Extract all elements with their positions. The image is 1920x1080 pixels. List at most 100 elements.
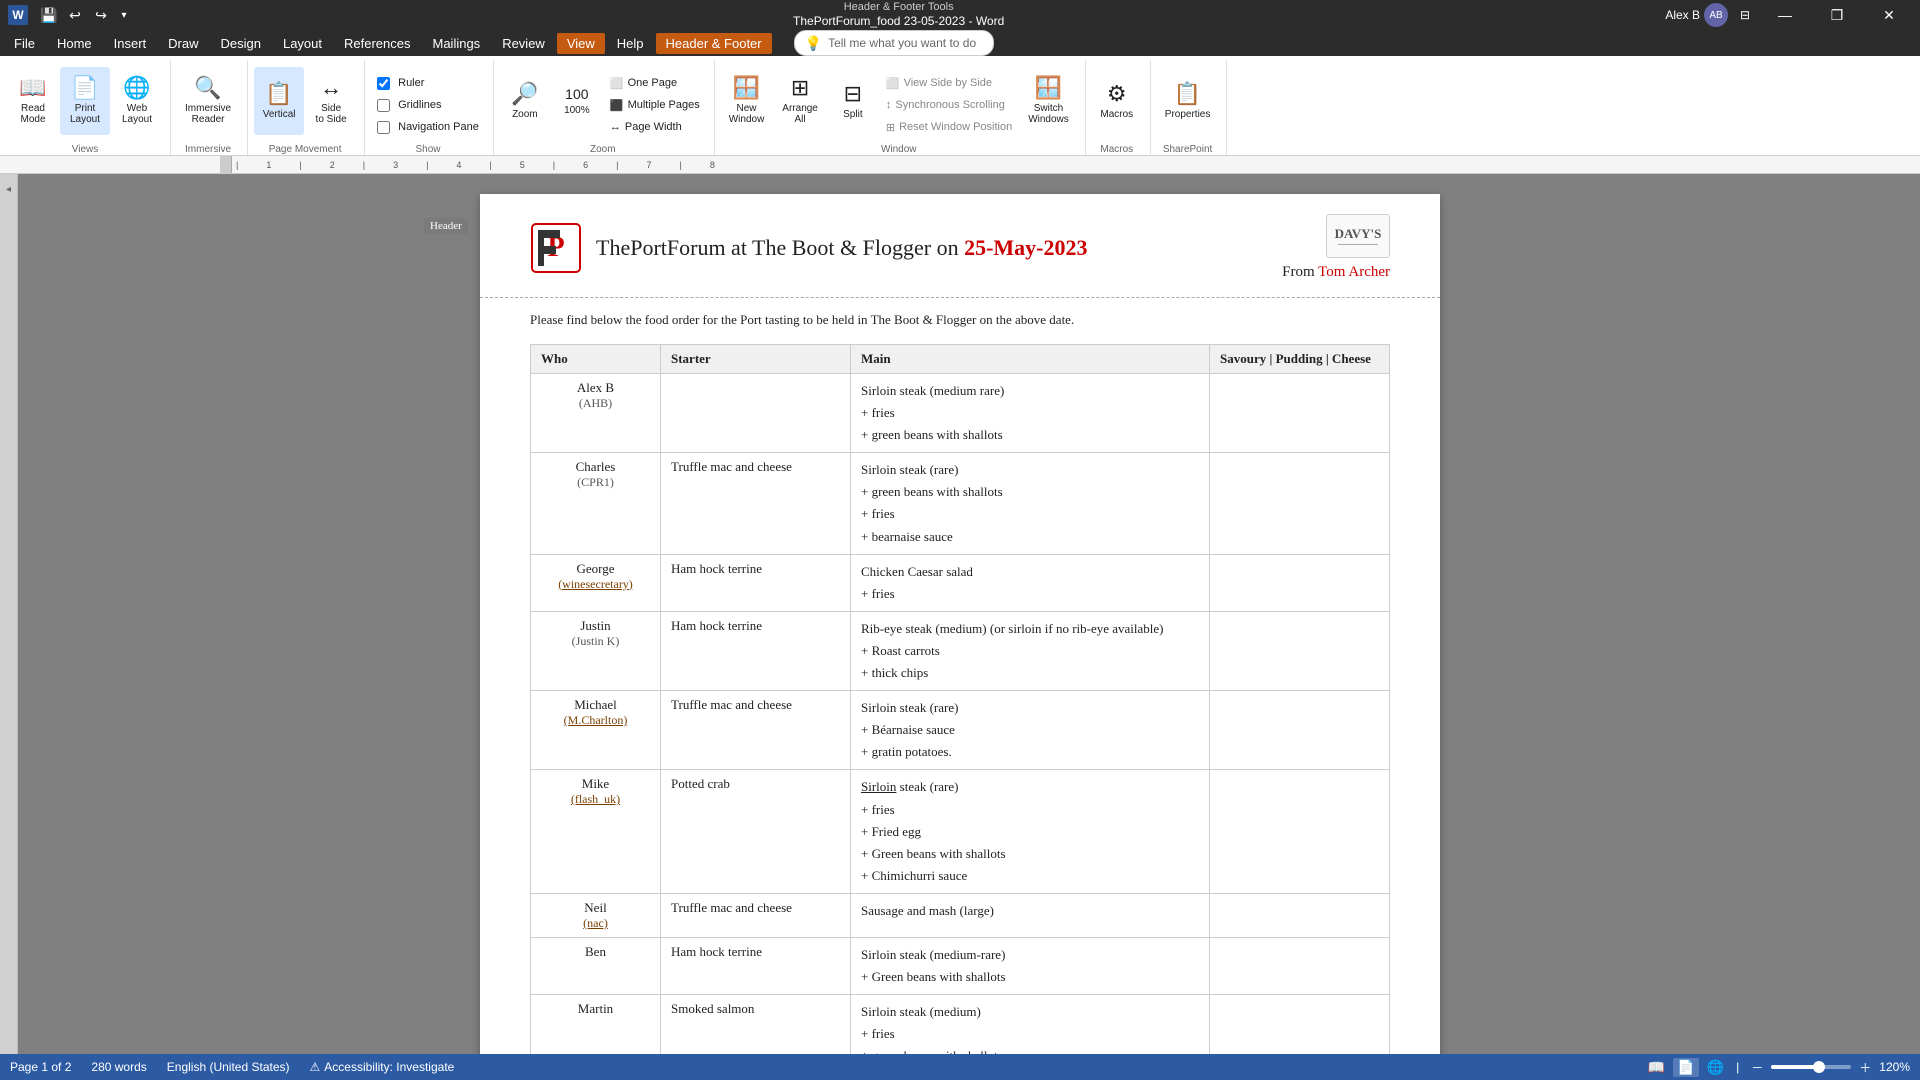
cell-main: Sirloin steak (rare)+ green beans with s… <box>851 453 1210 554</box>
cell-who: Alex B(AHB) <box>531 374 661 453</box>
zoom-100-btn[interactable]: 100 100% <box>552 67 602 135</box>
menu-mailings[interactable]: Mailings <box>423 33 491 54</box>
cell-starter: Ham hock terrine <box>661 937 851 994</box>
menu-references[interactable]: References <box>334 33 420 54</box>
menu-file[interactable]: File <box>4 33 45 54</box>
col-savoury: Savoury | Pudding | Cheese <box>1210 345 1390 374</box>
quick-access-save[interactable]: 💾 <box>38 4 60 26</box>
cell-starter: Truffle mac and cheese <box>661 453 851 554</box>
navigation-pane-checkbox[interactable]: Navigation Pane <box>371 117 485 137</box>
show-group-label: Show <box>371 142 485 155</box>
web-layout-btn[interactable]: 🌐 Web Layout <box>112 67 162 135</box>
split-btn[interactable]: ⊟ Split <box>828 67 878 135</box>
view-side-by-side-btn[interactable]: ⬜View Side by Side <box>880 73 1018 93</box>
immersive-reader-btn[interactable]: 🔍 Immersive Reader <box>177 67 239 135</box>
one-page-btn[interactable]: ⬜One Page <box>604 73 706 93</box>
cell-starter: Ham hock terrine <box>661 611 851 690</box>
switch-windows-btn[interactable]: 🪟 Switch Windows <box>1020 67 1077 135</box>
cell-who: Ben <box>531 937 661 994</box>
synchronous-scrolling-btn[interactable]: ↕Synchronous Scrolling <box>880 95 1018 115</box>
language-status[interactable]: English (United States) <box>167 1060 290 1074</box>
cell-savoury <box>1210 995 1390 1054</box>
page-info: Page 1 of 2 <box>10 1060 71 1074</box>
table-row: Neil(nac)Truffle mac and cheeseSausage a… <box>531 893 1390 937</box>
accessibility-status[interactable]: ⚠ Accessibility: Investigate <box>310 1060 455 1074</box>
view-mode-print[interactable]: 📄 <box>1673 1058 1698 1077</box>
zoom-slider[interactable] <box>1771 1065 1851 1069</box>
reset-window-btn[interactable]: ⊞Reset Window Position <box>880 117 1018 137</box>
forum-logo: P <box>530 222 582 274</box>
cell-starter: Potted crab <box>661 770 851 893</box>
menu-header-footer[interactable]: Header & Footer <box>656 33 772 54</box>
arrange-all-btn[interactable]: ⊞ Arrange All <box>774 67 826 135</box>
zoom-group-label: Zoom <box>500 142 706 155</box>
cell-main: Sirloin steak (rare)+ fries+ Fried egg+ … <box>851 770 1210 893</box>
cell-main: Sirloin steak (rare)+ Béarnaise sauce+ g… <box>851 691 1210 770</box>
menu-review[interactable]: Review <box>492 33 555 54</box>
view-mode-web[interactable]: 🌐 <box>1707 1059 1724 1076</box>
gridlines-checkbox[interactable]: Gridlines <box>371 95 485 115</box>
cell-who: Justin(Justin K) <box>531 611 661 690</box>
cell-who: George(winesecretary) <box>531 554 661 611</box>
ruler-left-margin <box>220 156 232 174</box>
multiple-pages-btn[interactable]: ⬛Multiple Pages <box>604 95 706 115</box>
table-row: Justin(Justin K)Ham hock terrineRib-eye … <box>531 611 1390 690</box>
table-row: MartinSmoked salmonSirloin steak (medium… <box>531 995 1390 1054</box>
col-main: Main <box>851 345 1210 374</box>
menu-layout[interactable]: Layout <box>273 33 332 54</box>
menu-design[interactable]: Design <box>211 33 271 54</box>
read-mode-btn[interactable]: 📖 Read Mode <box>8 67 58 135</box>
page-left-bar: ◂ <box>0 174 18 1054</box>
ribbon: 📖 Read Mode 📄 Print Layout 🌐 Web Layout … <box>0 56 1920 156</box>
print-layout-btn[interactable]: 📄 Print Layout <box>60 67 110 135</box>
menu-view[interactable]: View <box>557 33 605 54</box>
menu-bar: File Home Insert Draw Design Layout Refe… <box>0 30 1920 56</box>
avatar[interactable]: AB <box>1704 3 1728 27</box>
table-row: George(winesecretary)Ham hock terrineChi… <box>531 554 1390 611</box>
zoom-level: 120% <box>1879 1060 1910 1074</box>
food-table: Who Starter Main Savoury | Pudding | Che… <box>530 344 1390 1054</box>
ribbon-toggle[interactable]: ⊟ <box>1734 4 1756 26</box>
zoom-out-btn[interactable]: － <box>1751 1059 1763 1076</box>
side-to-side-btn[interactable]: ↔ Side to Side <box>306 67 356 135</box>
quick-access-undo[interactable]: ↩ <box>64 4 86 26</box>
zoom-btn[interactable]: 🔎 Zoom <box>500 67 550 135</box>
zoom-in-btn[interactable]: ＋ <box>1859 1059 1871 1076</box>
col-starter: Starter <box>661 345 851 374</box>
word-count: 280 words <box>91 1060 146 1074</box>
macros-btn[interactable]: ⚙ Macros <box>1092 67 1142 135</box>
vertical-btn[interactable]: 📋 Vertical <box>254 67 304 135</box>
menu-help[interactable]: Help <box>607 33 654 54</box>
collapse-icon[interactable]: ◂ <box>6 184 11 195</box>
ruler-checkbox[interactable]: Ruler <box>371 73 485 93</box>
cell-savoury <box>1210 374 1390 453</box>
close-button[interactable]: ✕ <box>1866 0 1912 30</box>
tell-me-input[interactable]: 💡 Tell me what you want to do <box>794 30 994 56</box>
page-width-btn[interactable]: ↔Page Width <box>604 117 706 137</box>
sharepoint-group-label: SharePoint <box>1157 142 1219 155</box>
word-logo-icon: W <box>8 5 28 25</box>
properties-btn[interactable]: 📋 Properties <box>1157 67 1219 135</box>
cell-starter <box>661 374 851 453</box>
new-window-btn[interactable]: 🪟 New Window <box>721 67 773 135</box>
quick-access-redo[interactable]: ↪ <box>90 4 112 26</box>
from-line: From Tom Archer <box>1282 264 1390 281</box>
table-row: Alex B(AHB)Sirloin steak (medium rare)+ … <box>531 374 1390 453</box>
cell-starter: Ham hock terrine <box>661 554 851 611</box>
page-body: Please find below the food order for the… <box>480 298 1440 1054</box>
page-movement-group-label: Page Movement <box>254 142 356 155</box>
cell-who: Neil(nac) <box>531 893 661 937</box>
cell-savoury <box>1210 937 1390 994</box>
menu-home[interactable]: Home <box>47 33 102 54</box>
view-mode-read[interactable]: 📖 <box>1648 1059 1665 1076</box>
immersive-group-label: Immersive <box>177 142 239 155</box>
cell-main: Sirloin steak (medium-rare)+ Green beans… <box>851 937 1210 994</box>
restore-button[interactable]: ❐ <box>1814 0 1860 30</box>
minimize-button[interactable]: — <box>1762 0 1808 30</box>
cell-savoury <box>1210 691 1390 770</box>
table-row: Michael(M.Charlton)Truffle mac and chees… <box>531 691 1390 770</box>
menu-draw[interactable]: Draw <box>158 33 208 54</box>
menu-insert[interactable]: Insert <box>104 33 157 54</box>
status-right: 📖 📄 🌐 | － ＋ 120% <box>1648 1058 1910 1077</box>
quick-access-more[interactable]: ▾ <box>116 4 132 26</box>
